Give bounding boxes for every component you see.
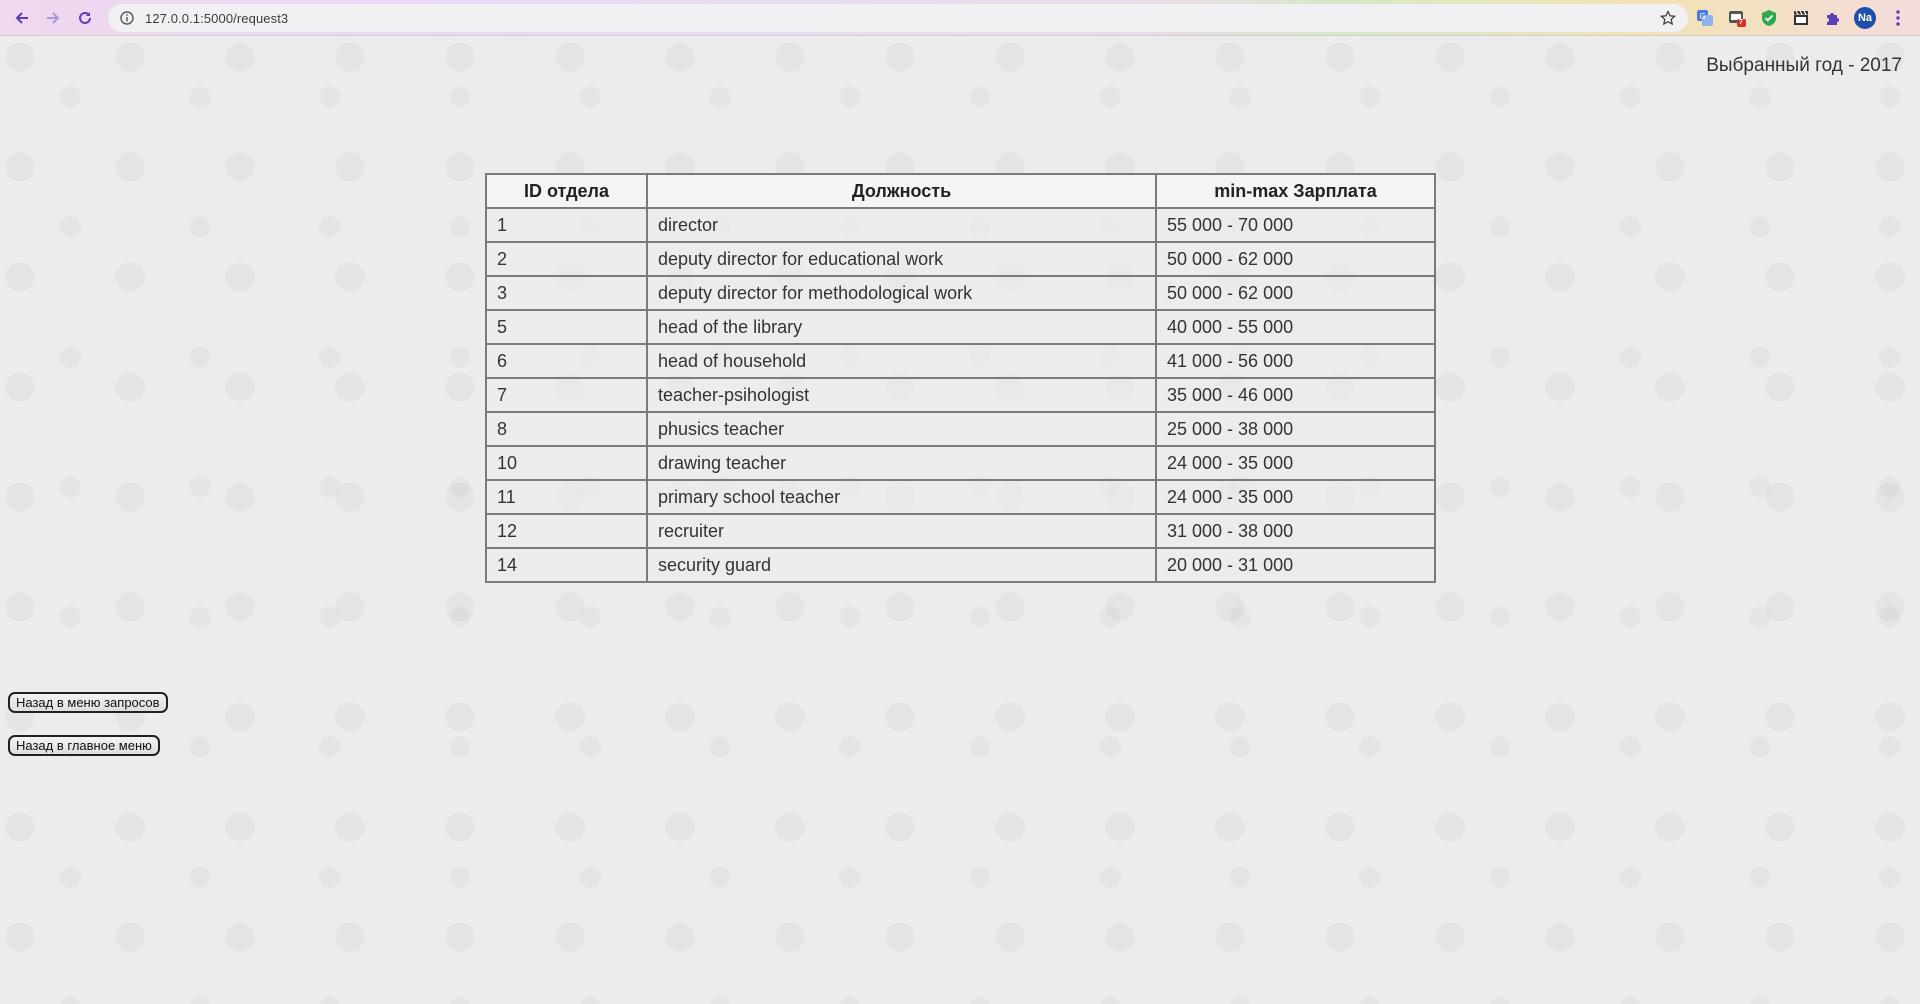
table-row: 12 recruiter 31 000 - 38 000 bbox=[485, 513, 1436, 549]
arrow-right-icon bbox=[47, 12, 60, 24]
table-row: 11 primary school teacher 24 000 - 35 00… bbox=[485, 479, 1436, 515]
reload-button[interactable] bbox=[72, 5, 98, 31]
reload-icon bbox=[79, 11, 91, 24]
cell-department-id: 14 bbox=[485, 547, 648, 583]
back-button[interactable] bbox=[9, 5, 35, 31]
selected-year-label: Выбранный год - 2017 bbox=[1706, 55, 1902, 76]
cell-salary-range: 40 000 - 55 000 bbox=[1155, 309, 1436, 345]
cell-department-id: 1 bbox=[485, 207, 648, 243]
back-to-main-menu-button[interactable]: Назад в главное меню bbox=[8, 735, 160, 756]
table-row: 14 security guard 20 000 - 31 000 bbox=[485, 547, 1436, 583]
cell-salary-range: 31 000 - 38 000 bbox=[1155, 513, 1436, 549]
cell-department-id: 5 bbox=[485, 309, 648, 345]
page-content: Выбранный год - 2017 ID отдела Должность… bbox=[0, 37, 1920, 1004]
cell-position: head of household bbox=[646, 343, 1157, 379]
info-icon[interactable] bbox=[117, 8, 137, 28]
table-row: 3 deputy director for methodological wor… bbox=[485, 275, 1436, 311]
cell-position: phusics teacher bbox=[646, 411, 1157, 447]
cell-salary-range: 24 000 - 35 000 bbox=[1155, 479, 1436, 515]
profile-avatar[interactable]: Na bbox=[1854, 7, 1876, 29]
extension-badge-count: 7 bbox=[1739, 19, 1743, 26]
table-row: 6 head of household 41 000 - 56 000 bbox=[485, 343, 1436, 379]
address-bar[interactable]: 127.0.0.1:5000/request3 bbox=[108, 4, 1688, 32]
cell-salary-range: 50 000 - 62 000 bbox=[1155, 241, 1436, 277]
back-to-requests-button[interactable]: Назад в меню запросов bbox=[8, 692, 168, 713]
cell-position: director bbox=[646, 207, 1157, 243]
table-header-row: ID отдела Должность min-max Зарплата bbox=[485, 173, 1436, 209]
cell-department-id: 10 bbox=[485, 445, 648, 481]
arrow-left-icon bbox=[15, 12, 28, 24]
cell-position: recruiter bbox=[646, 513, 1157, 549]
cell-salary-range: 35 000 - 46 000 bbox=[1155, 377, 1436, 413]
kebab-menu-icon[interactable] bbox=[1888, 6, 1908, 30]
table-row: 1 director 55 000 - 70 000 bbox=[485, 207, 1436, 243]
cell-salary-range: 50 000 - 62 000 bbox=[1155, 275, 1436, 311]
cell-position: teacher-psihologist bbox=[646, 377, 1157, 413]
cell-department-id: 2 bbox=[485, 241, 648, 277]
cell-department-id: 12 bbox=[485, 513, 648, 549]
cell-salary-range: 25 000 - 38 000 bbox=[1155, 411, 1436, 447]
shield-icon[interactable] bbox=[1759, 8, 1779, 28]
browser-toolbar: 127.0.0.1:5000/request3 G 7 Na bbox=[0, 0, 1920, 36]
table-row: 5 head of the library 40 000 - 55 000 bbox=[485, 309, 1436, 345]
cell-department-id: 11 bbox=[485, 479, 648, 515]
cell-position: deputy director for methodological work bbox=[646, 275, 1157, 311]
svg-text:G: G bbox=[1700, 12, 1706, 21]
star-icon[interactable] bbox=[1658, 8, 1678, 28]
extension-badge-icon[interactable]: 7 bbox=[1727, 8, 1747, 28]
translate-icon[interactable]: G bbox=[1695, 8, 1715, 28]
cell-salary-range: 20 000 - 31 000 bbox=[1155, 547, 1436, 583]
header-department-id: ID отдела bbox=[485, 173, 648, 209]
cell-position: security guard bbox=[646, 547, 1157, 583]
header-position: Должность bbox=[646, 173, 1157, 209]
salary-table: ID отдела Должность min-max Зарплата 1 d… bbox=[485, 173, 1436, 583]
cell-position: deputy director for educational work bbox=[646, 241, 1157, 277]
profile-initials: Na bbox=[1857, 12, 1873, 24]
url-text: 127.0.0.1:5000/request3 bbox=[145, 10, 289, 26]
cell-department-id: 8 bbox=[485, 411, 648, 447]
cell-position: primary school teacher bbox=[646, 479, 1157, 515]
puzzle-icon[interactable] bbox=[1823, 8, 1843, 28]
cell-salary-range: 24 000 - 35 000 bbox=[1155, 445, 1436, 481]
clapper-icon[interactable] bbox=[1791, 8, 1811, 28]
table-row: 10 drawing teacher 24 000 - 35 000 bbox=[485, 445, 1436, 481]
cell-salary-range: 41 000 - 56 000 bbox=[1155, 343, 1436, 379]
cell-department-id: 3 bbox=[485, 275, 648, 311]
cell-salary-range: 55 000 - 70 000 bbox=[1155, 207, 1436, 243]
cell-position: drawing teacher bbox=[646, 445, 1157, 481]
cell-department-id: 7 bbox=[485, 377, 648, 413]
cell-position: head of the library bbox=[646, 309, 1157, 345]
table-row: 2 deputy director for educational work 5… bbox=[485, 241, 1436, 277]
table-row: 8 phusics teacher 25 000 - 38 000 bbox=[485, 411, 1436, 447]
table-row: 7 teacher-psihologist 35 000 - 46 000 bbox=[485, 377, 1436, 413]
header-salary-range: min-max Зарплата bbox=[1155, 173, 1436, 209]
cell-department-id: 6 bbox=[485, 343, 648, 379]
forward-button[interactable] bbox=[40, 5, 66, 31]
